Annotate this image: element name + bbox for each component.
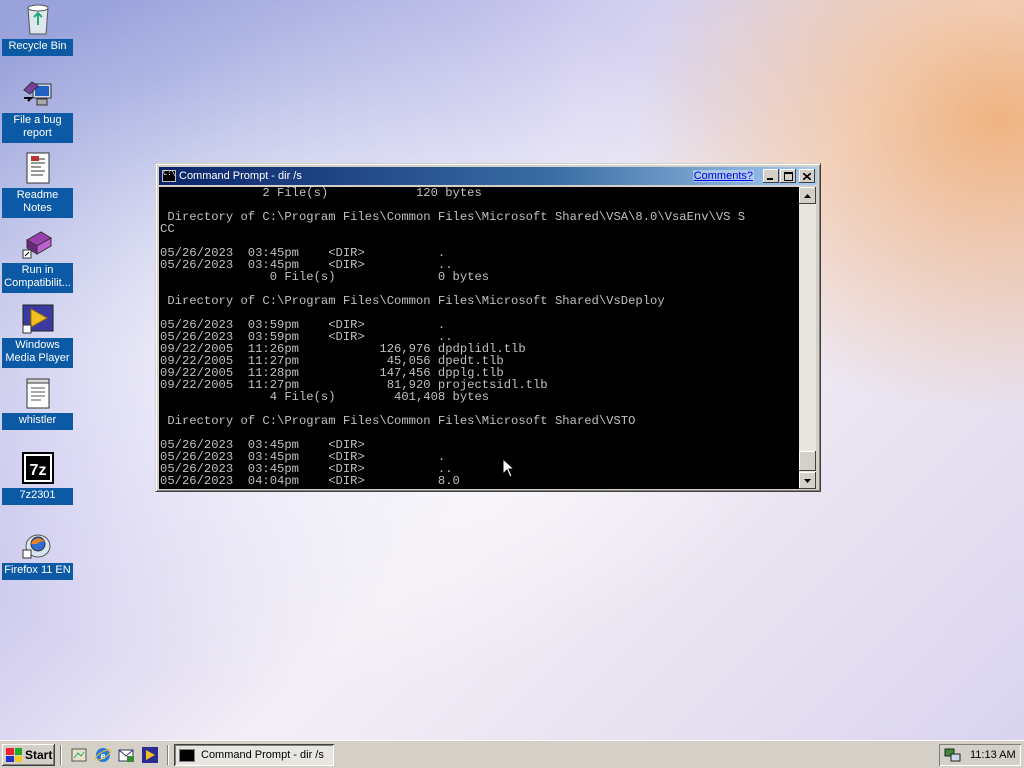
minimize-button[interactable] <box>763 169 779 183</box>
command-prompt-window[interactable]: Command Prompt - dir /s Comments? 2 File… <box>155 163 821 492</box>
firefox-installer-icon <box>21 526 55 560</box>
clock[interactable]: 11:13 AM <box>970 749 1016 761</box>
text-file-icon <box>21 376 55 410</box>
minimize-icon <box>767 178 773 180</box>
desktop-icon-label: Readme Notes <box>2 188 73 218</box>
start-button[interactable]: Start <box>2 744 55 766</box>
desktop-icon-recycle-bin[interactable]: Recycle Bin <box>2 2 73 56</box>
show-desktop-icon[interactable] <box>70 746 88 764</box>
windows-logo-icon <box>6 748 22 762</box>
system-tray: 11:13 AM <box>939 744 1021 766</box>
window-title: Command Prompt - dir /s <box>179 170 302 182</box>
command-prompt-icon <box>179 748 195 762</box>
window-titlebar[interactable]: Command Prompt - dir /s Comments? <box>159 167 817 185</box>
scroll-up-button[interactable] <box>799 187 816 204</box>
desktop-icon-file-a-bug[interactable]: File a bug report <box>2 76 73 143</box>
console-output[interactable]: 2 File(s) 120 bytes Directory of C:\Prog… <box>159 187 799 489</box>
desktop-icon-firefox-11[interactable]: Firefox 11 EN <box>2 526 73 580</box>
recycle-bin-icon <box>21 2 55 36</box>
mouse-cursor-icon <box>502 458 515 478</box>
compatibility-icon <box>21 226 55 260</box>
taskbar-separator <box>167 745 169 765</box>
console-text: 2 File(s) 120 bytes Directory of C:\Prog… <box>160 187 746 488</box>
close-button[interactable] <box>799 169 815 183</box>
start-label: Start <box>25 748 53 762</box>
desktop-icon-readme-notes[interactable]: Readme Notes <box>2 151 73 218</box>
maximize-button[interactable] <box>780 169 796 183</box>
comments-link[interactable]: Comments? <box>692 170 754 182</box>
desktop-icon-label: Run in Compatibilit... <box>2 263 73 293</box>
desktop-icon-label: whistler <box>2 413 73 430</box>
desktop-icon-label: Recycle Bin <box>2 39 73 56</box>
internet-explorer-icon[interactable]: e <box>94 746 112 764</box>
desktop-icon-7z2301[interactable]: 7z 7z2301 <box>2 451 73 505</box>
vertical-scrollbar[interactable] <box>799 187 816 489</box>
svg-text:7z: 7z <box>29 462 46 479</box>
media-player-icon <box>21 301 55 335</box>
desktop-icon-run-in-compatibility[interactable]: Run in Compatibilit... <box>2 226 73 293</box>
arrow-up-icon <box>804 193 811 198</box>
bug-report-icon <box>21 76 55 110</box>
7zip-icon: 7z <box>21 451 55 485</box>
close-icon <box>803 172 811 180</box>
desktop-icon-label: File a bug report <box>2 113 73 143</box>
scroll-down-button[interactable] <box>799 472 816 489</box>
taskbar: Start e Command Prompt - dir /s 11:13 AM <box>0 740 1024 768</box>
readme-notes-icon <box>21 151 55 185</box>
maximize-icon <box>783 171 793 181</box>
command-prompt-icon[interactable] <box>162 169 176 182</box>
desktop-icon-label: Windows Media Player <box>2 338 73 368</box>
desktop-icon-label: Firefox 11 EN <box>2 563 73 580</box>
desktop-icon-whistler[interactable]: whistler <box>2 376 73 430</box>
network-icon[interactable] <box>944 747 962 763</box>
taskbar-button-label: Command Prompt - dir /s <box>201 749 324 761</box>
taskbar-button-command-prompt[interactable]: Command Prompt - dir /s <box>174 744 334 766</box>
desktop-icon-windows-media-player[interactable]: Windows Media Player <box>2 301 73 368</box>
taskbar-separator <box>60 745 62 765</box>
media-player-icon[interactable] <box>141 746 159 764</box>
scroll-thumb[interactable] <box>799 451 816 471</box>
outlook-express-icon[interactable] <box>117 746 135 764</box>
arrow-down-icon <box>804 478 811 483</box>
desktop-icon-label: 7z2301 <box>2 488 73 505</box>
